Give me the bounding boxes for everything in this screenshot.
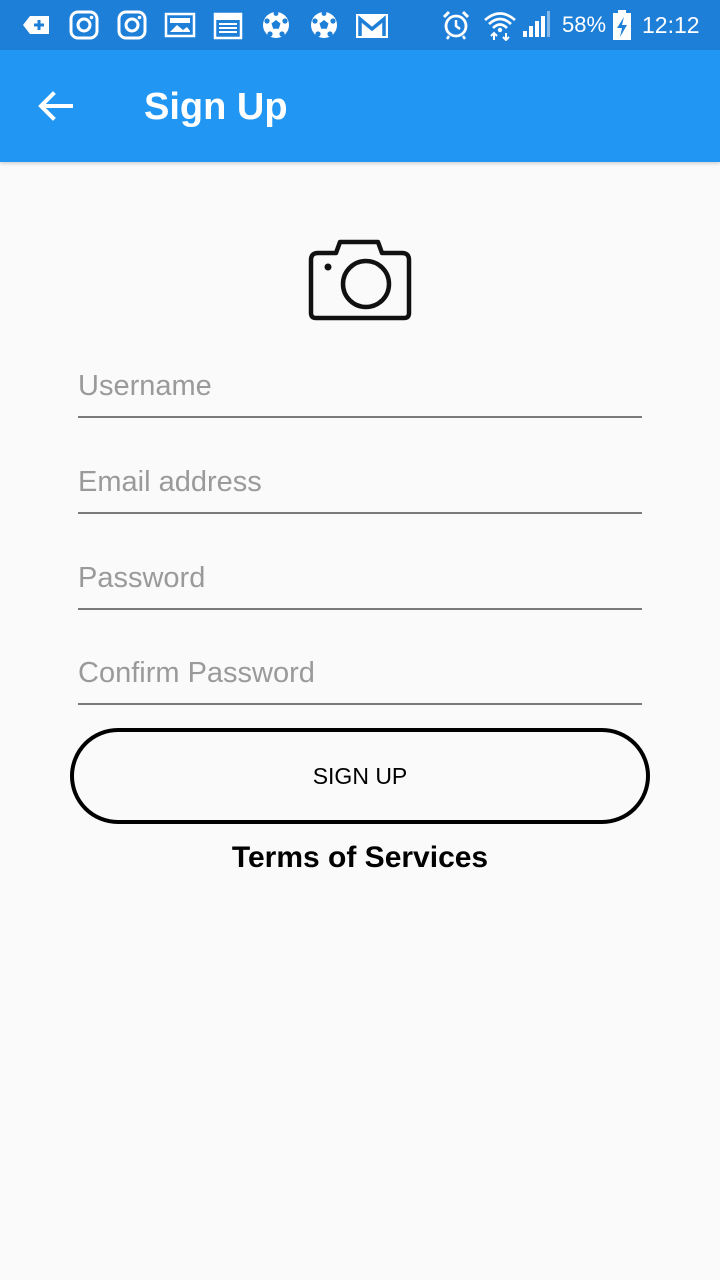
app-bar: Sign Up: [0, 50, 720, 162]
back-button[interactable]: [30, 81, 80, 131]
terms-of-service-link[interactable]: Terms of Services: [0, 838, 720, 878]
instagram-icon: [117, 10, 147, 40]
signal-icon: [523, 11, 550, 37]
soccer-ball-icon: [311, 11, 337, 38]
gallery-icon: [164, 12, 196, 38]
add-box-icon: [23, 16, 49, 34]
confirm-password-input[interactable]: [78, 649, 642, 705]
instagram-icon: [69, 10, 99, 40]
alarm-icon: [442, 10, 470, 40]
sign-up-button[interactable]: SIGN UP: [70, 728, 650, 824]
username-input[interactable]: [78, 362, 642, 418]
wifi-icon: [484, 12, 516, 41]
password-input[interactable]: [78, 554, 642, 610]
arrow-back-icon: [38, 91, 73, 121]
page-title: Sign Up: [144, 86, 288, 128]
battery-charging-icon: [613, 10, 631, 40]
soccer-ball-icon: [263, 11, 289, 38]
camera-icon: [308, 239, 412, 321]
profile-photo-button[interactable]: [306, 237, 414, 323]
calendar-icon: [213, 12, 243, 40]
gmail-icon: [356, 14, 388, 38]
clock: 12:12: [642, 12, 700, 38]
battery-percent: 58%: [562, 12, 607, 37]
status-bar: 58% 12:12: [0, 0, 720, 50]
email-input[interactable]: [78, 458, 642, 514]
